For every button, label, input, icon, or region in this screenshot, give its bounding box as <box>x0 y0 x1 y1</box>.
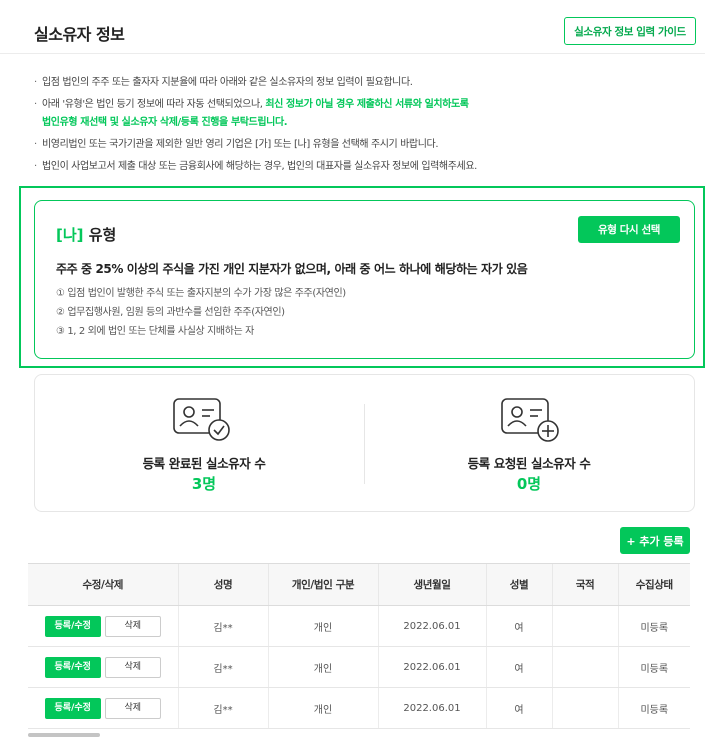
horizontal-scrollbar[interactable] <box>28 733 100 737</box>
delete-button[interactable]: 삭제 <box>104 615 161 637</box>
notice-item: 입점 법인의 주주 또는 출자자 지분율에 따라 아래와 같은 실소유자의 정보… <box>34 74 694 92</box>
notice-highlight: 법인유형 재선택 및 실소유자 삭제/등록 진행을 부탁드립니다. <box>42 117 288 128</box>
type-description: 주주 중 25% 이상의 주식을 가진 개인 지분자가 없으며, 아래 중 어느… <box>56 262 528 276</box>
table-header-row: 수정/삭제 성명 개인/법인 구분 생년월일 성별 국적 수집상태 <box>28 563 690 606</box>
cell-gender: 여 <box>485 605 552 647</box>
cell-nationality <box>551 646 618 688</box>
notice-item: 아래 '유형'은 법인 등기 정보에 따라 자동 선택되었으나, 최신 정보가 … <box>34 96 694 132</box>
page-header: 실소유자 정보 실소유자 정보 입력 가이드 <box>0 0 705 54</box>
column-header-entity-type: 개인/법인 구분 <box>267 563 378 606</box>
table-row: 등록/수정 삭제 김** 개인 2022.06.01 여 미등록 <box>28 646 690 688</box>
type-title: [나] 유형 <box>56 224 116 245</box>
cell-status: 미등록 <box>617 687 690 729</box>
cell-name: 김** <box>177 687 268 729</box>
row-actions: 등록/수정 삭제 <box>28 646 178 688</box>
cell-gender: 여 <box>485 687 552 729</box>
notice-text: 아래 '유형'은 법인 등기 정보에 따라 자동 선택되었으나, <box>42 99 266 110</box>
cell-entity-type: 개인 <box>267 687 378 729</box>
column-header-name: 성명 <box>177 563 268 606</box>
id-card-plus-icon <box>501 398 559 442</box>
column-header-birthdate: 생년월일 <box>377 563 486 606</box>
type-criteria-item: ③ 1, 2 외에 법인 또는 단체를 사실상 지배하는 자 <box>56 326 254 337</box>
cell-name: 김** <box>177 605 268 647</box>
id-card-check-icon <box>173 398 230 441</box>
row-actions: 등록/수정 삭제 <box>28 605 178 647</box>
cell-birthdate: 2022.06.01 <box>377 646 486 688</box>
requested-owners-label: 등록 요청된 실소유자 수 <box>467 456 591 471</box>
column-header-gender: 성별 <box>485 563 552 606</box>
delete-button[interactable]: 삭제 <box>104 697 161 719</box>
cell-status: 미등록 <box>617 646 690 688</box>
column-header-edit-delete: 수정/삭제 <box>28 563 178 606</box>
edit-button[interactable]: 등록/수정 <box>44 615 101 637</box>
edit-button[interactable]: 등록/수정 <box>44 697 101 719</box>
cell-entity-type: 개인 <box>267 646 378 688</box>
completed-owners-label: 등록 완료된 실소유자 수 <box>142 456 266 471</box>
reselect-type-button[interactable]: 유형 다시 선택 <box>578 216 680 243</box>
type-tag: [나] <box>56 226 84 244</box>
owner-table: 수정/삭제 성명 개인/법인 구분 생년월일 성별 국적 수집상태 등록/수정 삭… <box>28 563 690 729</box>
cell-entity-type: 개인 <box>267 605 378 647</box>
notice-text: 법인이 사업보고서 제출 대상 또는 금융회사에 해당하는 경우, 법인의 대표… <box>42 161 477 172</box>
type-title-label: 유형 <box>83 226 117 244</box>
page-title: 실소유자 정보 <box>34 25 125 44</box>
column-header-nationality: 국적 <box>551 563 618 606</box>
stats-divider <box>364 404 365 484</box>
delete-button[interactable]: 삭제 <box>104 656 161 678</box>
cell-status: 미등록 <box>617 605 690 647</box>
cell-birthdate: 2022.06.01 <box>377 687 486 729</box>
input-guide-button[interactable]: 실소유자 정보 입력 가이드 <box>564 17 696 45</box>
notice-item: 비영리법인 또는 국가기관을 제외한 일반 영리 기업은 [가] 또는 [나] … <box>34 136 694 154</box>
type-criteria-list: ① 입점 법인이 발행한 주식 또는 출자지분의 수가 가장 많은 주주(자연인… <box>56 284 346 341</box>
add-owner-button[interactable]: + 추가 등록 <box>620 527 690 554</box>
cell-nationality <box>551 605 618 647</box>
requested-owners-count: 0명 <box>516 475 542 493</box>
notice-list: 입점 법인의 주주 또는 출자자 지분율에 따라 아래와 같은 실소유자의 정보… <box>34 74 694 180</box>
table-row: 등록/수정 삭제 김** 개인 2022.06.01 여 미등록 <box>28 605 690 647</box>
cell-name: 김** <box>177 646 268 688</box>
notice-text: 입점 법인의 주주 또는 출자자 지분율에 따라 아래와 같은 실소유자의 정보… <box>42 77 413 88</box>
notice-highlight: 최신 정보가 아닐 경우 제출하신 서류와 일치하도록 <box>265 99 469 110</box>
cell-birthdate: 2022.06.01 <box>377 605 486 647</box>
completed-owners-count: 3명 <box>191 475 217 493</box>
column-header-collection-status: 수집상태 <box>617 563 690 606</box>
cell-gender: 여 <box>485 646 552 688</box>
edit-button[interactable]: 등록/수정 <box>44 656 101 678</box>
notice-item: 법인이 사업보고서 제출 대상 또는 금융회사에 해당하는 경우, 법인의 대표… <box>34 158 694 176</box>
cell-nationality <box>551 687 618 729</box>
notice-text: 비영리법인 또는 국가기관을 제외한 일반 영리 기업은 [가] 또는 [나] … <box>42 139 439 150</box>
type-criteria-item: ① 입점 법인이 발행한 주식 또는 출자지분의 수가 가장 많은 주주(자연인… <box>56 288 346 299</box>
row-actions: 등록/수정 삭제 <box>28 687 178 729</box>
type-criteria-item: ② 업무집행사원, 임원 등의 과반수를 선임한 주주(자연인) <box>56 307 285 318</box>
table-row: 등록/수정 삭제 김** 개인 2022.06.01 여 미등록 <box>28 687 690 729</box>
